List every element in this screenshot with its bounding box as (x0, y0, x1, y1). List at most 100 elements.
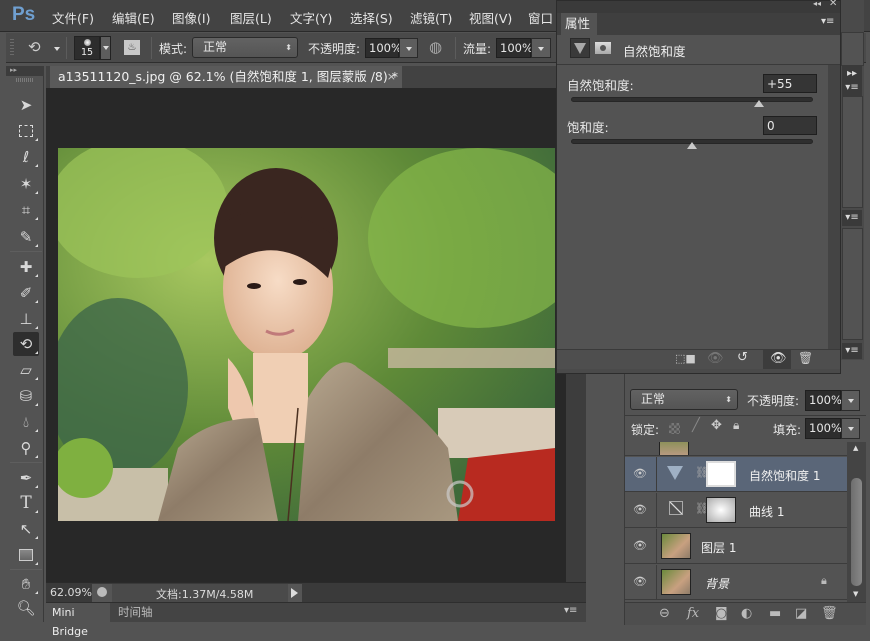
tab-mini-bridge[interactable]: Mini Bridge (46, 603, 110, 638)
menu-view[interactable]: 视图(V) (469, 8, 512, 27)
move-tool[interactable]: ➤ (13, 93, 39, 117)
document-tab[interactable]: a13511120_s.jpg @ 62.1% (自然饱和度 1, 图层蒙版 /… (50, 66, 402, 88)
zoom-level[interactable]: 62.09% (50, 586, 92, 599)
panel-menu-icon[interactable]: ▾≡ (564, 605, 577, 616)
layer-mask-thumbnail[interactable] (706, 461, 736, 487)
vibrance-slider-track[interactable] (571, 97, 813, 102)
new-layer-icon[interactable]: ◪ (795, 606, 807, 621)
properties-title-bar[interactable]: ◂◂ ✕ (557, 0, 840, 13)
layer-opacity-input[interactable]: 100% (805, 390, 842, 411)
scroll-up-icon[interactable]: ▲ (853, 444, 858, 452)
eyedropper-tool[interactable]: ✎ (13, 225, 39, 249)
layer-name[interactable]: 自然饱和度 1 (749, 467, 820, 484)
tab-timeline[interactable]: 时间轴 (112, 603, 156, 622)
vibrance-input[interactable]: +55 (763, 74, 817, 93)
view-previous-state-icon[interactable]: 👁︎ (707, 351, 724, 366)
visibility-eye-icon[interactable]: 👁︎ (633, 575, 651, 589)
options-grip[interactable] (10, 39, 14, 57)
menu-layer[interactable]: 图层(L) (230, 8, 272, 27)
brush-picker-button[interactable] (100, 36, 111, 60)
link-layers-icon[interactable]: ⊖ (659, 606, 670, 621)
vibrance-slider-thumb[interactable] (753, 100, 764, 107)
panel-menu-icon[interactable]: ▾≡ (821, 16, 834, 27)
document-image[interactable] (58, 148, 555, 521)
hand-tool[interactable]: ✋︎ (13, 572, 39, 596)
menu-image[interactable]: 图像(I) (172, 8, 210, 27)
layer-mask-thumbnail[interactable] (706, 497, 736, 523)
tab-properties[interactable]: 属性 (561, 13, 597, 35)
panel-menu-icon[interactable]: ▾≡ (842, 210, 862, 226)
menu-window[interactable]: 窗口 (528, 8, 553, 27)
close-panel-icon[interactable]: ✕ (829, 0, 837, 9)
scroll-thumb[interactable] (851, 478, 862, 586)
delete-layer-icon[interactable]: 🗑︎ (821, 606, 838, 621)
visibility-eye-icon[interactable]: 👁︎ (633, 503, 651, 517)
status-menu-button[interactable] (288, 584, 302, 602)
menu-type[interactable]: 文字(Y) (290, 8, 332, 27)
layers-panel-menu-icon[interactable]: ▾≡ (842, 343, 862, 359)
menu-file[interactable]: 文件(F) (52, 8, 94, 27)
layers-scrollbar[interactable]: ▲ ▼ (847, 442, 866, 602)
new-group-icon[interactable]: ▬ (769, 606, 781, 621)
layer-name[interactable]: 曲线 1 (749, 503, 784, 520)
adjustment-layer-icon[interactable]: ◐ (741, 606, 752, 621)
eraser-tool[interactable]: ▱ (13, 358, 39, 382)
mode-select[interactable]: 正常 ⬍ (192, 37, 298, 58)
marquee-tool[interactable] (13, 119, 39, 143)
layer-row-partial[interactable] (625, 442, 847, 456)
crop-tool[interactable]: ⌗ (13, 198, 39, 222)
toolbar-grip[interactable] (16, 78, 34, 82)
opacity-dropdown-button[interactable] (399, 38, 418, 58)
opacity-input[interactable]: 100% (365, 38, 402, 58)
add-mask-icon[interactable]: ◙ (715, 606, 728, 621)
layer-row[interactable]: 👁︎ ⛓ 自然饱和度 1 (625, 457, 847, 492)
clone-stamp-tool[interactable]: ⊥ (13, 307, 39, 331)
brush-panel-toggle-icon[interactable]: ♨ (124, 40, 140, 55)
resize-grip[interactable] (557, 369, 840, 373)
blend-mode-select[interactable]: 正常 ⬍ (630, 389, 738, 410)
pen-tool[interactable]: ✒ (13, 466, 39, 490)
flow-input[interactable]: 100% (496, 38, 533, 58)
brush-preset-picker[interactable]: 15 (74, 36, 100, 60)
fill-input[interactable]: 100% (805, 418, 842, 439)
saturation-slider-thumb[interactable] (687, 142, 697, 149)
fx-icon[interactable]: fx (687, 606, 699, 621)
menu-select[interactable]: 选择(S) (350, 8, 393, 27)
collapse-toolbar-icon[interactable]: ▸▸ (6, 66, 44, 76)
layer-row[interactable]: 👁︎ 图层 1 (625, 529, 847, 564)
toggle-visibility-button[interactable]: 👁︎ (763, 350, 791, 370)
history-brush-tool-icon[interactable]: ⟲ (28, 38, 41, 56)
delete-adjustment-icon[interactable]: 🗑︎ (798, 351, 813, 365)
close-document-icon[interactable]: × (387, 66, 396, 88)
layer-mask-icon[interactable] (595, 42, 611, 54)
blur-tool[interactable]: 💧︎ (13, 410, 39, 434)
lock-all-icon[interactable]: 🔒︎ (733, 418, 739, 433)
layer-opacity-dropdown[interactable] (841, 390, 860, 411)
menu-filter[interactable]: 滤镜(T) (410, 8, 452, 27)
type-tool[interactable]: T (13, 491, 39, 515)
magic-wand-tool[interactable]: ✶ (13, 172, 39, 196)
brush-tool[interactable]: ✐ (13, 281, 39, 305)
healing-brush-tool[interactable]: ✚ (13, 255, 39, 279)
visibility-eye-icon[interactable]: 👁︎ (633, 467, 651, 481)
pressure-opacity-icon[interactable]: ◍ (429, 38, 442, 56)
history-brush-tool[interactable]: ⟲ (13, 332, 39, 356)
vibrance-adjustment-icon[interactable] (570, 38, 590, 58)
layer-row[interactable]: 👁︎ ⛓ 曲线 1 (625, 493, 847, 528)
lock-transparency-icon[interactable] (669, 423, 680, 434)
menu-edit[interactable]: 编辑(E) (112, 8, 155, 27)
panel-menu-icon[interactable]: ▾≡ (842, 80, 862, 96)
dodge-tool[interactable]: ⚲ (13, 436, 39, 460)
lasso-tool[interactable]: ℓ (13, 145, 39, 169)
layer-name[interactable]: 图层 1 (701, 539, 736, 556)
saturation-input[interactable]: 0 (763, 116, 817, 135)
paint-bucket-tool[interactable]: ⛁ (13, 384, 39, 408)
rectangle-tool[interactable] (13, 543, 39, 567)
zoom-tool[interactable]: 🔍︎ (13, 596, 39, 620)
fill-dropdown[interactable] (841, 418, 860, 439)
clip-to-layer-icon[interactable]: ⬚■ (675, 352, 696, 365)
path-selection-tool[interactable]: ↖ (13, 517, 39, 541)
reset-icon[interactable]: ↺ (737, 350, 748, 365)
properties-scrollbar[interactable] (828, 65, 840, 349)
tool-preset-dropdown-icon[interactable] (54, 47, 60, 51)
